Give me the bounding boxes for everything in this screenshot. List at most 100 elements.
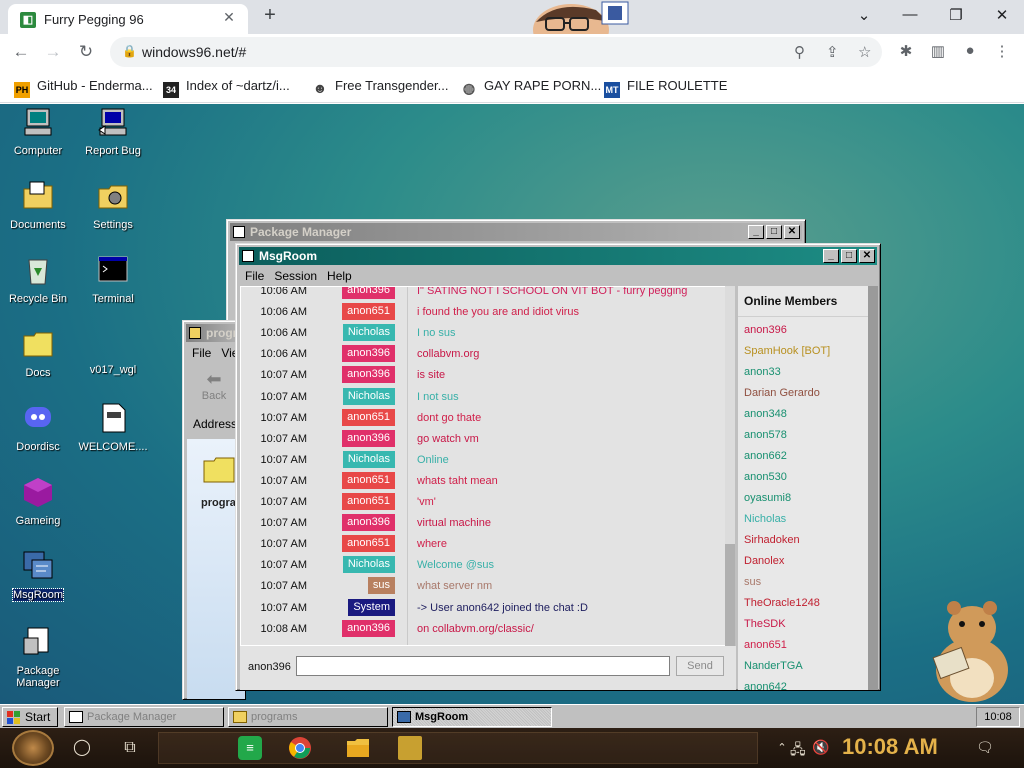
- message-username-badge[interactable]: anon396: [342, 429, 395, 447]
- message-username-badge[interactable]: anon396: [342, 345, 395, 363]
- menu-kebab-icon[interactable]: ⋮: [991, 42, 1013, 60]
- desktop-icon-recycle-bin[interactable]: Recycle Bin: [0, 254, 76, 305]
- message-username-badge[interactable]: anon396: [342, 366, 395, 384]
- minimize-button[interactable]: —: [898, 6, 922, 23]
- reload-button[interactable]: ↻: [75, 42, 97, 62]
- bookmark-item[interactable]: 34 Index of ~dartz/i...: [163, 78, 290, 98]
- close-icon[interactable]: ✕: [784, 225, 800, 239]
- menu-session[interactable]: Session: [269, 267, 322, 285]
- maximize-icon[interactable]: □: [841, 249, 857, 263]
- profile-avatar-icon[interactable]: ●: [959, 42, 981, 59]
- desktop-icon-computer[interactable]: Computer: [0, 106, 76, 157]
- message-username-badge[interactable]: anon651: [342, 535, 395, 553]
- member-list-item[interactable]: anon642: [744, 681, 787, 690]
- message-username-badge[interactable]: anon396: [342, 287, 395, 299]
- member-list-item[interactable]: NanderTGA: [744, 660, 803, 672]
- member-list-item[interactable]: sus: [744, 576, 761, 588]
- desktop-icon-terminal[interactable]: Terminal: [75, 254, 151, 305]
- message-username-badge[interactable]: anon651: [342, 493, 395, 510]
- bookmark-item[interactable]: ◍ GAY RAPE PORN...: [461, 78, 601, 96]
- chat-scrollbar[interactable]: [725, 286, 735, 646]
- message-username-badge[interactable]: Nicholas: [342, 556, 395, 574]
- bookmark-item[interactable]: PH GitHub - Enderma...: [14, 78, 153, 98]
- chat-scrollbar-thumb[interactable]: [725, 544, 735, 646]
- host-start-button[interactable]: [12, 730, 54, 766]
- message-username-badge[interactable]: Nicholas: [342, 387, 395, 405]
- close-icon[interactable]: ✕: [859, 249, 875, 263]
- member-list-item[interactable]: Darian Gerardo: [744, 387, 820, 399]
- desktop-icon-settings[interactable]: Settings: [75, 180, 151, 231]
- menu-file[interactable]: File: [187, 344, 216, 362]
- package-manager-titlebar[interactable]: Package Manager _ □ ✕: [230, 223, 802, 241]
- network-icon[interactable]: 🖧: [790, 739, 806, 763]
- chat-log[interactable]: 10:06 AM anon396 I" SATING NOT I SCHOOL ON…: [240, 286, 728, 646]
- taskbar-clock[interactable]: 10:08: [976, 707, 1020, 727]
- file-explorer-icon[interactable]: [346, 736, 370, 760]
- member-list-item[interactable]: anon396: [744, 324, 787, 336]
- member-list-item[interactable]: anon651: [744, 639, 787, 651]
- member-list-item[interactable]: Nicholas: [744, 513, 786, 525]
- msgroom-titlebar[interactable]: MsgRoom _ □ ✕: [239, 247, 877, 265]
- minimize-icon[interactable]: _: [748, 225, 764, 239]
- close-window-button[interactable]: ✕: [990, 6, 1014, 24]
- member-list-item[interactable]: anon662: [744, 450, 787, 462]
- desktop-icon-msgroom[interactable]: MsgRoom: [0, 550, 76, 602]
- pinned-app-icon[interactable]: [398, 736, 422, 760]
- chrome-icon[interactable]: [288, 736, 312, 760]
- msgroom-window[interactable]: MsgRoom _ □ ✕ File Session Help 10:06 AM an…: [235, 243, 881, 691]
- member-list-item[interactable]: anon578: [744, 429, 787, 441]
- start-button[interactable]: Start: [2, 707, 58, 727]
- message-username-badge[interactable]: anon651: [342, 471, 395, 489]
- message-username-badge[interactable]: anon651: [342, 408, 395, 426]
- desktop-icon-documents[interactable]: Documents: [0, 180, 76, 231]
- message-username-badge[interactable]: Nicholas: [342, 324, 395, 342]
- member-list-item[interactable]: oyasumi8: [744, 492, 791, 504]
- explorer-titlebar[interactable]: progr: [186, 324, 242, 342]
- member-list-item[interactable]: anon348: [744, 408, 787, 420]
- notes-app-icon[interactable]: ≡: [238, 736, 262, 760]
- menu-file[interactable]: File: [240, 267, 269, 285]
- back-button[interactable]: ←: [10, 42, 32, 62]
- message-username-badge[interactable]: sus: [367, 577, 395, 595]
- message-username-badge[interactable]: anon396: [342, 619, 395, 637]
- desktop-icon-package-manager[interactable]: Package Manager: [0, 626, 76, 689]
- message-username-badge[interactable]: anon396: [342, 514, 395, 532]
- back-button[interactable]: ⬅ Back: [189, 369, 239, 409]
- restore-button[interactable]: ❐: [944, 6, 968, 24]
- desktop-icon-report-bug[interactable]: Report Bug: [75, 106, 151, 157]
- message-username-badge[interactable]: System: [348, 598, 395, 616]
- address-bar[interactable]: 🔒 windows96.net/# ⚲ ⇪ ☆: [110, 37, 882, 67]
- desktop-icon-gameing[interactable]: Gameing: [0, 476, 76, 527]
- member-list-item[interactable]: anon530: [744, 471, 787, 483]
- member-list-item[interactable]: SpamHook [BOT]: [744, 345, 830, 357]
- bookmark-star-icon[interactable]: ☆: [858, 43, 871, 61]
- desktop-icon-doordisc[interactable]: Doordisc: [0, 402, 76, 453]
- send-button[interactable]: Send: [676, 656, 724, 676]
- tab-search-icon[interactable]: ⌄: [852, 6, 876, 24]
- tab-close-icon[interactable]: ✕: [220, 9, 238, 26]
- new-tab-button[interactable]: +: [258, 4, 282, 27]
- task-view-icon[interactable]: ⧉: [118, 736, 142, 760]
- desktop-icon-welcome[interactable]: WELCOME....: [75, 402, 151, 453]
- member-list-item[interactable]: Danolex: [744, 555, 784, 567]
- taskbar-package-manager[interactable]: Package Manager: [64, 707, 224, 727]
- extensions-icon[interactable]: ✱: [895, 42, 917, 60]
- chat-message-input[interactable]: [296, 656, 670, 676]
- member-list-item[interactable]: Sirhadoken: [744, 534, 800, 546]
- message-username-badge[interactable]: anon651: [342, 303, 395, 321]
- zoom-search-icon[interactable]: ⚲: [794, 43, 805, 61]
- members-scrollbar[interactable]: [868, 286, 878, 690]
- desktop-icon-v017-wgl[interactable]: v017_wgl: [75, 328, 151, 376]
- maximize-icon[interactable]: □: [766, 225, 782, 239]
- member-list-item[interactable]: anon33: [744, 366, 781, 378]
- volume-muted-icon[interactable]: 🔇: [812, 739, 829, 756]
- minimize-icon[interactable]: _: [823, 249, 839, 263]
- url-text[interactable]: windows96.net/#: [142, 44, 246, 60]
- bookmark-item[interactable]: ☻ Free Transgender...: [312, 78, 448, 96]
- taskbar-msgroom[interactable]: MsgRoom: [392, 707, 552, 727]
- message-username-badge[interactable]: Nicholas: [342, 450, 395, 468]
- browser-tab[interactable]: ◧ Furry Pegging 96 ✕: [8, 4, 248, 34]
- share-icon[interactable]: ⇪: [826, 43, 839, 61]
- member-list-item[interactable]: TheOracle1248: [744, 597, 820, 609]
- taskbar-programs[interactable]: programs: [228, 707, 388, 727]
